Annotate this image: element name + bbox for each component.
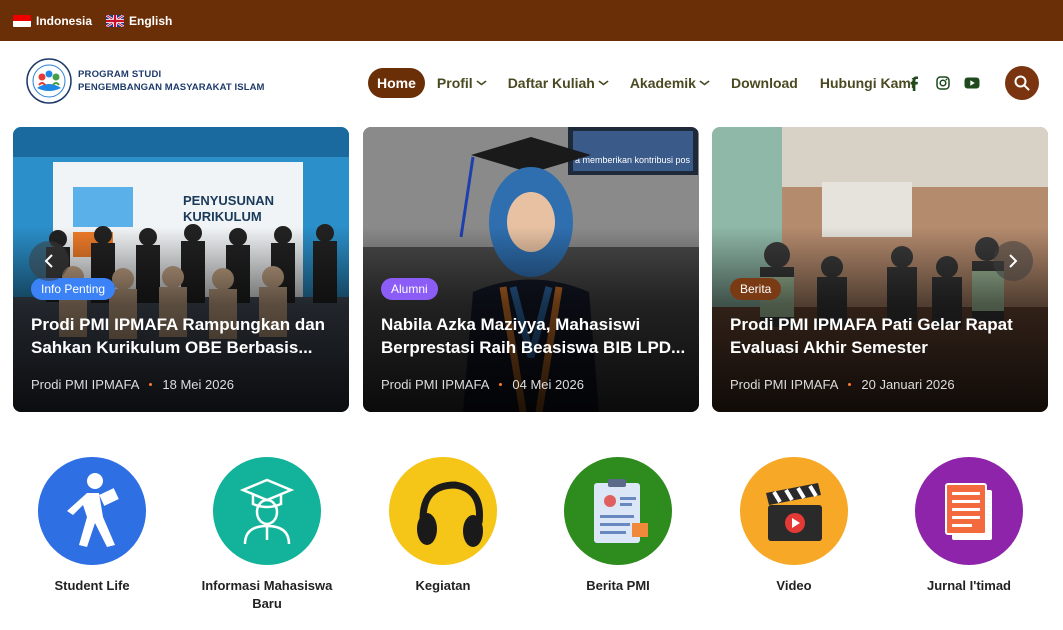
social-links: [906, 75, 980, 91]
clipboard-icon: [564, 457, 672, 565]
logo-line-2: PENGEMBANGAN MASYARAKAT ISLAM: [78, 82, 265, 93]
nav-daftar-kuliah[interactable]: Daftar Kuliah: [507, 75, 609, 91]
category-label: Student Life: [54, 578, 130, 593]
nav-hubungi-kami[interactable]: Hubungi Kami: [820, 75, 915, 91]
indonesia-flag-icon: [13, 14, 31, 27]
chevron-down-icon: [597, 78, 609, 88]
top-bar: Indonesia English: [0, 0, 1063, 41]
news-date: 18 Mei 2026: [162, 377, 234, 392]
news-meta: Prodi PMI IPMAFA 04 Mei 2026: [381, 377, 584, 392]
slider-next-button[interactable]: [993, 241, 1033, 281]
student-walking-icon: [38, 457, 146, 565]
language-label: Indonesia: [36, 13, 93, 28]
document-icon: [915, 457, 1023, 565]
nav-label: Profil: [436, 75, 473, 91]
site-logo[interactable]: PROGRAM STUDI PENGEMBANGAN MASYARAKAT IS…: [26, 58, 265, 104]
nav-profil[interactable]: Profil: [436, 75, 487, 91]
search-button[interactable]: [1005, 66, 1039, 100]
nav-akademik[interactable]: Akademik: [629, 75, 711, 91]
facebook-icon[interactable]: [906, 75, 922, 91]
news-title[interactable]: Prodi PMI IPMAFA Rampungkan dan Sahkan K…: [31, 313, 336, 359]
category-student-life[interactable]: Student Life: [17, 457, 167, 595]
news-author: Prodi PMI IPMAFA: [31, 377, 140, 392]
slider-prev-button[interactable]: [29, 241, 69, 281]
separator-dot: [499, 383, 503, 386]
clapperboard-icon: [740, 457, 848, 565]
youtube-icon[interactable]: [964, 75, 980, 91]
instagram-icon[interactable]: [935, 75, 951, 91]
nav-download[interactable]: Download: [731, 75, 798, 91]
news-date: 20 Januari 2026: [861, 377, 955, 392]
language-indonesia[interactable]: Indonesia: [13, 14, 92, 28]
nav-label: Home: [377, 75, 416, 91]
category-label: Berita PMI: [586, 578, 650, 593]
category-jurnal-itimad[interactable]: Jurnal I'timad: [894, 457, 1044, 595]
category-label: Jurnal I'timad: [927, 578, 1011, 593]
nav-label: Hubungi Kami: [819, 75, 915, 91]
category-badge[interactable]: Info Penting: [31, 278, 116, 300]
ipmafa-logo-icon: [26, 58, 72, 104]
news-meta: Prodi PMI IPMAFA 20 Januari 2026: [730, 377, 955, 392]
category-kegiatan[interactable]: Kegiatan: [368, 457, 518, 595]
news-author: Prodi PMI IPMAFA: [730, 377, 839, 392]
news-title[interactable]: Nabila Azka Maziyya, Mahasiswi Berpresta…: [381, 313, 686, 359]
nav-label: Daftar Kuliah: [507, 75, 595, 91]
category-label: Video: [776, 578, 812, 593]
chevron-right-icon: [1009, 254, 1018, 268]
chevron-left-icon: [44, 254, 53, 268]
language-label: English: [129, 13, 173, 28]
nav-label: Download: [730, 75, 798, 91]
category-label: Informasi Mahasiswa Baru: [201, 578, 333, 611]
nav-label: Akademik: [629, 75, 696, 91]
category-badge[interactable]: Berita: [730, 278, 782, 300]
separator-dot: [149, 383, 153, 386]
main-nav: Home Profil Daftar Kuliah Akademik Downl…: [368, 67, 937, 99]
separator-dot: [848, 383, 852, 386]
logo-line-1: PROGRAM STUDI: [78, 69, 162, 80]
category-video[interactable]: Video: [719, 457, 869, 595]
uk-flag-icon: [106, 14, 125, 27]
card-overlay: [363, 127, 699, 412]
news-title[interactable]: Prodi PMI IPMAFA Pati Gelar Rapat Evalua…: [730, 313, 1035, 359]
category-badge[interactable]: Alumni: [381, 278, 438, 300]
news-meta: Prodi PMI IPMAFA 18 Mei 2026: [31, 377, 234, 392]
nav-home[interactable]: Home: [368, 68, 425, 98]
site-header: PROGRAM STUDI PENGEMBANGAN MASYARAKAT IS…: [0, 41, 1063, 126]
graduate-icon: [213, 457, 321, 565]
language-english[interactable]: English: [106, 14, 172, 28]
chevron-down-icon: [699, 78, 711, 88]
category-label: Kegiatan: [415, 578, 471, 593]
chevron-down-icon: [475, 78, 487, 88]
headphones-icon: [389, 457, 497, 565]
category-informasi-mahasiswa-baru[interactable]: Informasi Mahasiswa Baru: [192, 457, 342, 613]
news-card[interactable]: a memberikan kontribusi pos Alumni Nabil…: [363, 127, 699, 412]
news-author: Prodi PMI IPMAFA: [381, 377, 490, 392]
news-date: 04 Mei 2026: [512, 377, 584, 392]
search-icon: [1014, 75, 1030, 91]
category-berita-pmi[interactable]: Berita PMI: [543, 457, 693, 595]
